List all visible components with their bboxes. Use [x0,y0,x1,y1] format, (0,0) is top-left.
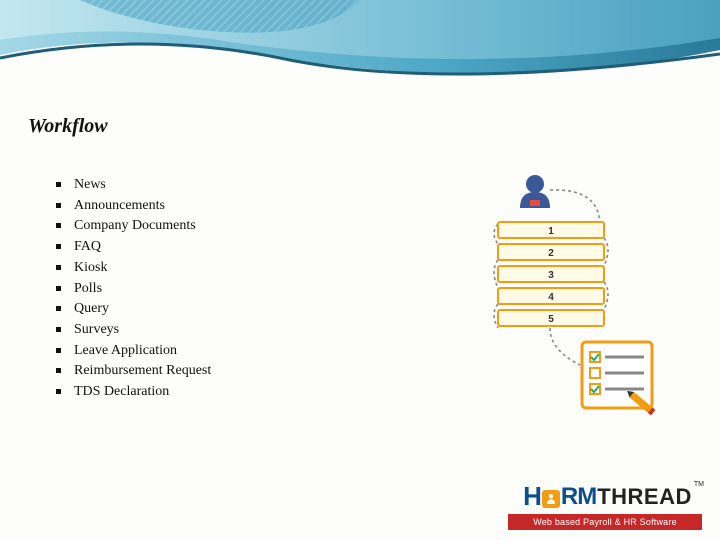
step-box: 2 [498,238,608,266]
step-box: 4 [498,282,608,310]
workflow-bullet-list: News Announcements Company Documents FAQ… [56,175,211,403]
step-box: 3 [494,260,604,288]
person-icon [520,175,550,208]
logo-person-icon [542,490,560,508]
list-item: Company Documents [56,216,211,237]
logo-tagline: Web based Payroll & HR Software [508,514,702,530]
logo-letters-rm: RM [561,483,596,511]
slide-title: Workflow [28,115,108,138]
list-item: Announcements [56,196,211,217]
list-item: Polls [56,279,211,300]
step-box: 1 [494,222,604,244]
list-item: Reimbursement Request [56,361,211,382]
workflow-diagram: 1 2 3 4 5 [430,170,670,422]
list-item: Query [56,299,211,320]
list-item: Leave Application [56,341,211,362]
logo-letter-h: H [523,481,541,512]
list-item: News [56,175,211,196]
step-label: 4 [548,292,554,303]
logo-thread: THREAD [597,484,692,510]
step-box: 5 [494,304,604,328]
list-item: TDS Declaration [56,382,211,403]
hrmthread-logo: H RM THREAD TM Web based Payroll & HR So… [508,481,702,530]
slide-banner [0,0,720,94]
step-label: 5 [548,314,554,325]
list-item: Surveys [56,320,211,341]
list-item: Kiosk [56,258,211,279]
step-label: 2 [548,248,554,259]
clipboard-icon [582,342,655,415]
list-item: FAQ [56,237,211,258]
step-label: 1 [548,226,554,237]
step-label: 3 [548,270,554,281]
logo-tm: TM [694,481,704,488]
